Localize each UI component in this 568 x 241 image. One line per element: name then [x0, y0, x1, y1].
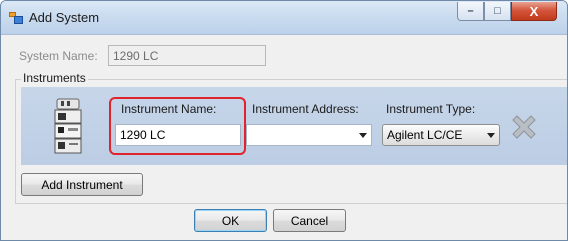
title-bar: Add System – □ X	[1, 1, 567, 35]
app-window-icon	[9, 11, 23, 24]
add-system-dialog: Add System – □ X System Name: 1290 LC In…	[0, 0, 568, 241]
system-name-field: 1290 LC	[108, 45, 266, 66]
instrument-type-value: Agilent LC/CE	[387, 128, 463, 142]
system-name-label: System Name:	[19, 49, 98, 63]
instrument-type-combo[interactable]: Agilent LC/CE	[382, 124, 500, 146]
instruments-group-label: Instruments	[21, 71, 88, 85]
chevron-down-icon	[359, 133, 367, 138]
instrument-address-combo[interactable]	[246, 124, 372, 146]
caption-buttons: – □ X	[457, 2, 557, 22]
instrument-type-label: Instrument Type:	[386, 102, 476, 116]
close-button[interactable]: X	[511, 2, 557, 21]
instrument-row: Instrument Name: 1290 LC Instrument Addr…	[21, 87, 567, 165]
lc-instrument-icon	[54, 98, 82, 154]
instrument-name-highlight	[109, 97, 246, 155]
maximize-button[interactable]: □	[484, 2, 511, 21]
ok-button[interactable]: OK	[194, 209, 267, 232]
instrument-address-label: Instrument Address:	[252, 102, 359, 116]
add-instrument-button[interactable]: Add Instrument	[21, 173, 143, 196]
cancel-button[interactable]: Cancel	[273, 209, 346, 232]
minimize-button[interactable]: –	[457, 2, 484, 21]
remove-x-icon[interactable]	[508, 111, 540, 143]
chevron-down-icon	[487, 133, 495, 138]
window-title: Add System	[29, 10, 100, 25]
